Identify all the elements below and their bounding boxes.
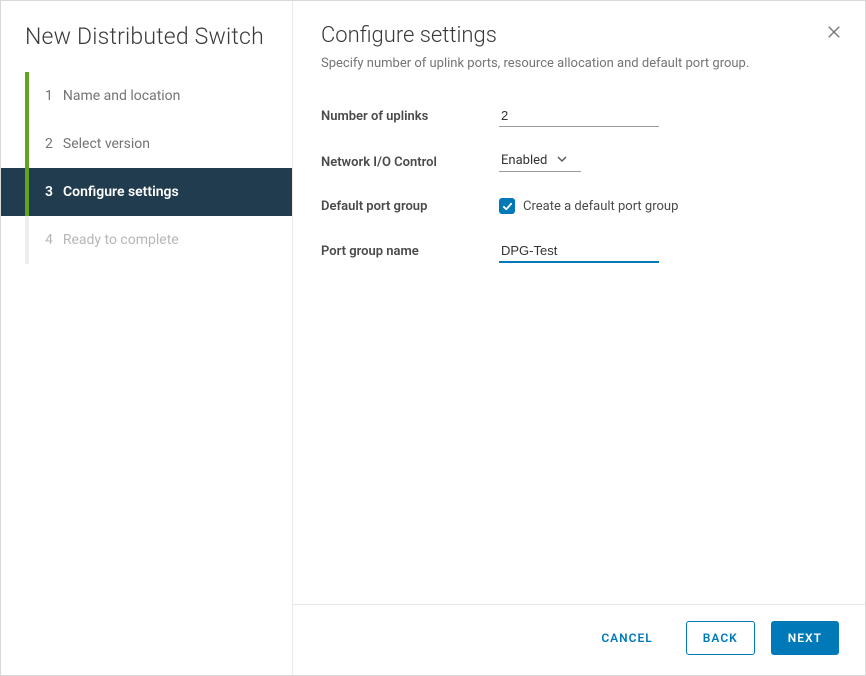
step-label: Name and location bbox=[63, 88, 181, 104]
row-nioc: Network I/O Control Enabled bbox=[321, 153, 837, 172]
step-number: 2 bbox=[45, 136, 53, 152]
row-port-group-name: Port group name bbox=[321, 240, 837, 263]
nioc-select[interactable]: Enabled bbox=[499, 153, 581, 172]
nioc-label: Network I/O Control bbox=[321, 155, 499, 170]
pg-name-label: Port group name bbox=[321, 244, 499, 259]
uplinks-input[interactable] bbox=[499, 105, 659, 127]
nioc-value: Enabled bbox=[501, 153, 547, 168]
page-title: Configure settings bbox=[321, 23, 837, 48]
next-button[interactable]: NEXT bbox=[771, 621, 839, 655]
step-number: 3 bbox=[45, 184, 53, 200]
step-number: 1 bbox=[45, 88, 53, 104]
step-label: Ready to complete bbox=[63, 232, 179, 248]
default-pg-label: Default port group bbox=[321, 199, 499, 214]
step-configure-settings[interactable]: 3 Configure settings bbox=[1, 168, 292, 216]
wizard-footer: CANCEL BACK NEXT bbox=[293, 604, 865, 675]
wizard-sidebar: New Distributed Switch 1 Name and locatio… bbox=[1, 1, 293, 675]
chevron-down-icon bbox=[557, 153, 567, 168]
wizard-title: New Distributed Switch bbox=[1, 23, 292, 72]
close-icon[interactable] bbox=[825, 23, 843, 45]
page-subtitle: Specify number of uplink ports, resource… bbox=[321, 56, 837, 71]
wizard-steps: 1 Name and location 2 Select version 3 Conf… bbox=[1, 72, 292, 264]
step-number: 4 bbox=[45, 232, 53, 248]
cancel-button[interactable]: CANCEL bbox=[584, 621, 669, 655]
pg-name-input[interactable] bbox=[499, 240, 659, 263]
default-pg-check-label: Create a default port group bbox=[523, 199, 678, 214]
step-select-version[interactable]: 2 Select version bbox=[1, 120, 292, 168]
back-button[interactable]: BACK bbox=[686, 621, 755, 655]
wizard-dialog: New Distributed Switch 1 Name and locatio… bbox=[0, 0, 866, 676]
step-label: Select version bbox=[63, 136, 150, 152]
row-default-port-group: Default port group Create a default port… bbox=[321, 198, 837, 214]
uplinks-label: Number of uplinks bbox=[321, 109, 499, 124]
wizard-main: Configure settings Specify number of upl… bbox=[293, 1, 865, 675]
step-label: Configure settings bbox=[63, 184, 179, 200]
step-ready-to-complete: 4 Ready to complete bbox=[1, 216, 292, 264]
row-uplinks: Number of uplinks bbox=[321, 105, 837, 127]
default-pg-checkbox[interactable] bbox=[499, 198, 515, 214]
step-name-and-location[interactable]: 1 Name and location bbox=[1, 72, 292, 120]
